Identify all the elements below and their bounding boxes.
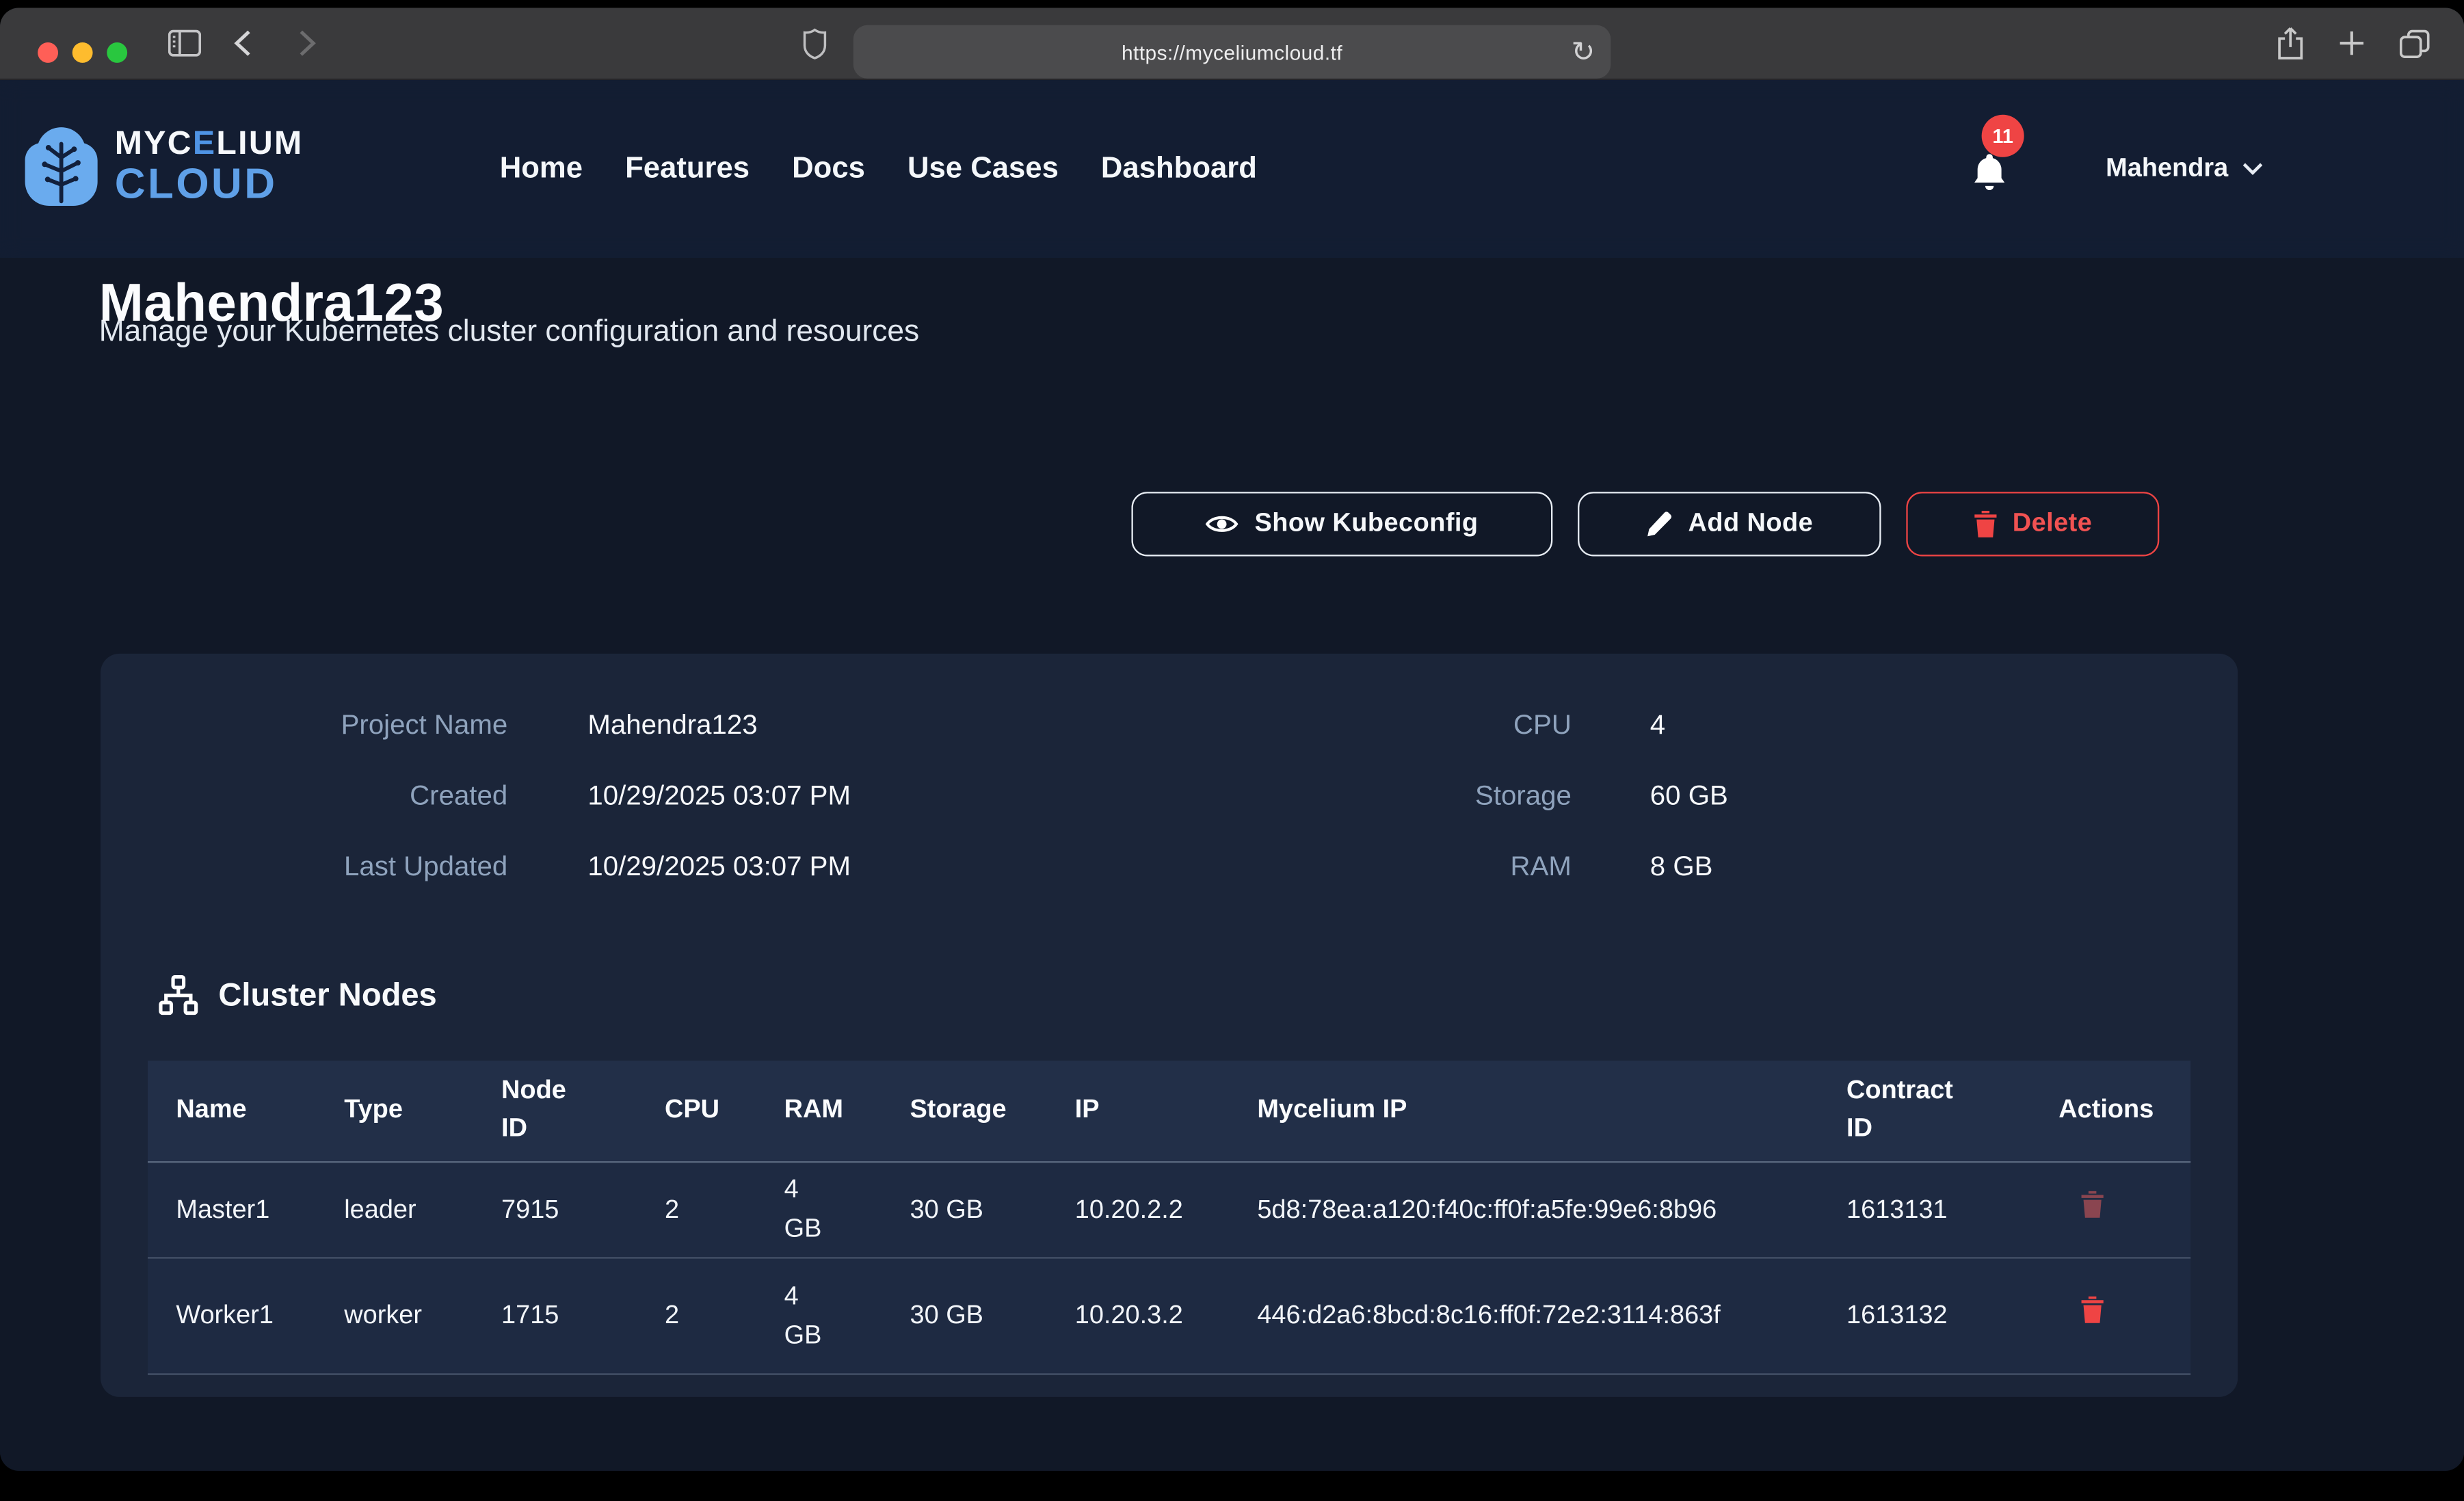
column-header-ram: RAM [784, 1092, 910, 1130]
cluster-nodes-icon [157, 974, 200, 1017]
cell-mycelium-ip: 5d8:78ea:a120:f40c:ff0f:a5fe:99e6:8b96 [1257, 1191, 1846, 1230]
cell-actions [2058, 1191, 2181, 1230]
cell-node-id: 1715 [501, 1297, 665, 1336]
address-bar[interactable]: https://myceliumcloud.tf ↻ [853, 25, 1611, 79]
nav-item-home[interactable]: Home [500, 152, 583, 187]
eye-icon [1206, 512, 1238, 535]
cell-ram: 4 GB [784, 1171, 910, 1249]
info-value: 10/29/2025 03:07 PM [587, 771, 851, 819]
webpage: Mahendra123 Manage your Kubernetes clust… [0, 80, 2464, 1471]
info-label: RAM [1201, 842, 1572, 890]
site-header: MYCELIUM CLOUD Home Features Docs Use Ca… [0, 80, 2464, 258]
new-tab-button[interactable] [2340, 31, 2363, 55]
cell-type: worker [344, 1297, 501, 1336]
notifications-button[interactable]: 11 [1964, 80, 2037, 258]
cell-contract-id: 1613132 [1846, 1297, 2058, 1336]
cell-name: Master1 [176, 1191, 344, 1230]
cell-cpu: 2 [665, 1191, 784, 1230]
nodes-table: Name Type Node ID CPU RAM Storage IP Myc… [148, 1061, 2190, 1375]
cell-node-id: 7915 [501, 1191, 665, 1230]
cell-storage: 30 GB [910, 1297, 1074, 1336]
cell-name: Worker1 [176, 1297, 344, 1336]
cell-mycelium-ip: 446:d2a6:8bcd:8c16:ff0f:72e2:3114:863f [1257, 1297, 1846, 1336]
forward-button[interactable] [299, 30, 316, 57]
share-button[interactable] [2277, 27, 2304, 59]
trash-icon [1973, 511, 1996, 537]
url-text: https://myceliumcloud.tf [1122, 40, 1342, 64]
table-row-worker1: Worker1 worker 1715 2 4 GB 30 GB 10.20.3… [148, 1259, 2190, 1375]
table-row-master1: Master1 leader 7915 2 4 GB 30 GB 10.20.2… [148, 1163, 2190, 1258]
logo-text: MYCELIUM CLOUD [115, 127, 304, 206]
screen: https://myceliumcloud.tf ↻ [0, 0, 2464, 1500]
info-label: Storage [1201, 771, 1572, 819]
column-header-mycelium-ip: Mycelium IP [1257, 1092, 1846, 1130]
delete-node-button[interactable] [2080, 1297, 2104, 1323]
privacy-shield-icon [803, 28, 826, 59]
fullscreen-window-button[interactable] [107, 42, 127, 62]
main-nav: Home Features Docs Use Cases Dashboard [500, 80, 1257, 258]
cluster-actions: Show Kubeconfig Add Node [1131, 492, 2159, 556]
cluster-nodes-heading: Cluster Nodes [157, 974, 437, 1017]
reload-button[interactable]: ↻ [1572, 31, 1595, 72]
cell-storage: 30 GB [910, 1191, 1074, 1230]
sidebar-toggle-button[interactable] [168, 30, 201, 57]
cell-ip: 10.20.2.2 [1075, 1191, 1258, 1230]
column-header-ip: IP [1075, 1092, 1258, 1130]
trash-icon [2080, 1297, 2104, 1323]
delete-node-button[interactable] [2080, 1191, 2104, 1217]
nav-item-use-cases[interactable]: Use Cases [908, 152, 1059, 187]
delete-cluster-button[interactable]: Delete [1906, 492, 2159, 556]
show-kubeconfig-button[interactable]: Show Kubeconfig [1131, 492, 1552, 556]
cell-ram: 4 GB [784, 1277, 910, 1355]
info-label: Last Updated [101, 842, 507, 890]
cluster-nodes-title: Cluster Nodes [218, 977, 436, 1014]
info-value: 4 [1650, 701, 1665, 748]
cell-type: leader [344, 1191, 501, 1230]
mycelium-cloud-logo-icon [22, 124, 101, 209]
cell-ip: 10.20.3.2 [1075, 1297, 1258, 1336]
column-header-actions: Actions [2058, 1092, 2181, 1130]
info-label: Project Name [101, 701, 507, 748]
cell-actions [2058, 1297, 2181, 1336]
chevron-down-icon [2242, 162, 2263, 176]
nav-item-dashboard[interactable]: Dashboard [1101, 152, 1257, 187]
column-header-type: Type [344, 1092, 501, 1130]
trash-icon [2080, 1191, 2104, 1217]
column-header-contract-id: Contract ID [1846, 1074, 2058, 1149]
back-button[interactable] [234, 30, 251, 57]
nav-item-features[interactable]: Features [625, 152, 750, 187]
close-window-button[interactable] [38, 42, 58, 62]
table-header-row: Name Type Node ID CPU RAM Storage IP Myc… [148, 1061, 2190, 1163]
tabs-overview-button[interactable] [2400, 30, 2430, 58]
user-name: Mahendra [2106, 154, 2228, 184]
nav-item-docs[interactable]: Docs [792, 152, 865, 187]
info-value: 60 GB [1650, 771, 1728, 819]
column-header-node-id: Node ID [501, 1074, 665, 1149]
browser-toolbar: https://myceliumcloud.tf ↻ [0, 8, 2464, 80]
cell-cpu: 2 [665, 1297, 784, 1336]
cluster-info-card: Project Name Mahendra123 Created 10/29/2… [101, 654, 2238, 1397]
info-label: CPU [1201, 701, 1572, 748]
info-value: Mahendra123 [587, 701, 757, 748]
info-label: Created [101, 771, 507, 819]
info-value: 8 GB [1650, 842, 1713, 890]
column-header-name: Name [176, 1092, 344, 1130]
column-header-storage: Storage [910, 1092, 1074, 1130]
site-logo[interactable]: MYCELIUM CLOUD [22, 124, 303, 209]
add-node-button[interactable]: Add Node [1578, 492, 1881, 556]
safari-window: https://myceliumcloud.tf ↻ [0, 8, 2464, 1470]
pencil-icon [1645, 510, 1672, 538]
info-value: 10/29/2025 03:07 PM [587, 842, 851, 890]
notification-badge: 11 [1982, 115, 2024, 157]
user-menu[interactable]: Mahendra [2106, 80, 2263, 258]
bell-icon [1972, 154, 2007, 193]
cell-contract-id: 1613131 [1846, 1191, 2058, 1230]
page-title: Mahendra123 [99, 273, 444, 334]
column-header-cpu: CPU [665, 1092, 784, 1130]
minimize-window-button[interactable] [72, 42, 93, 62]
